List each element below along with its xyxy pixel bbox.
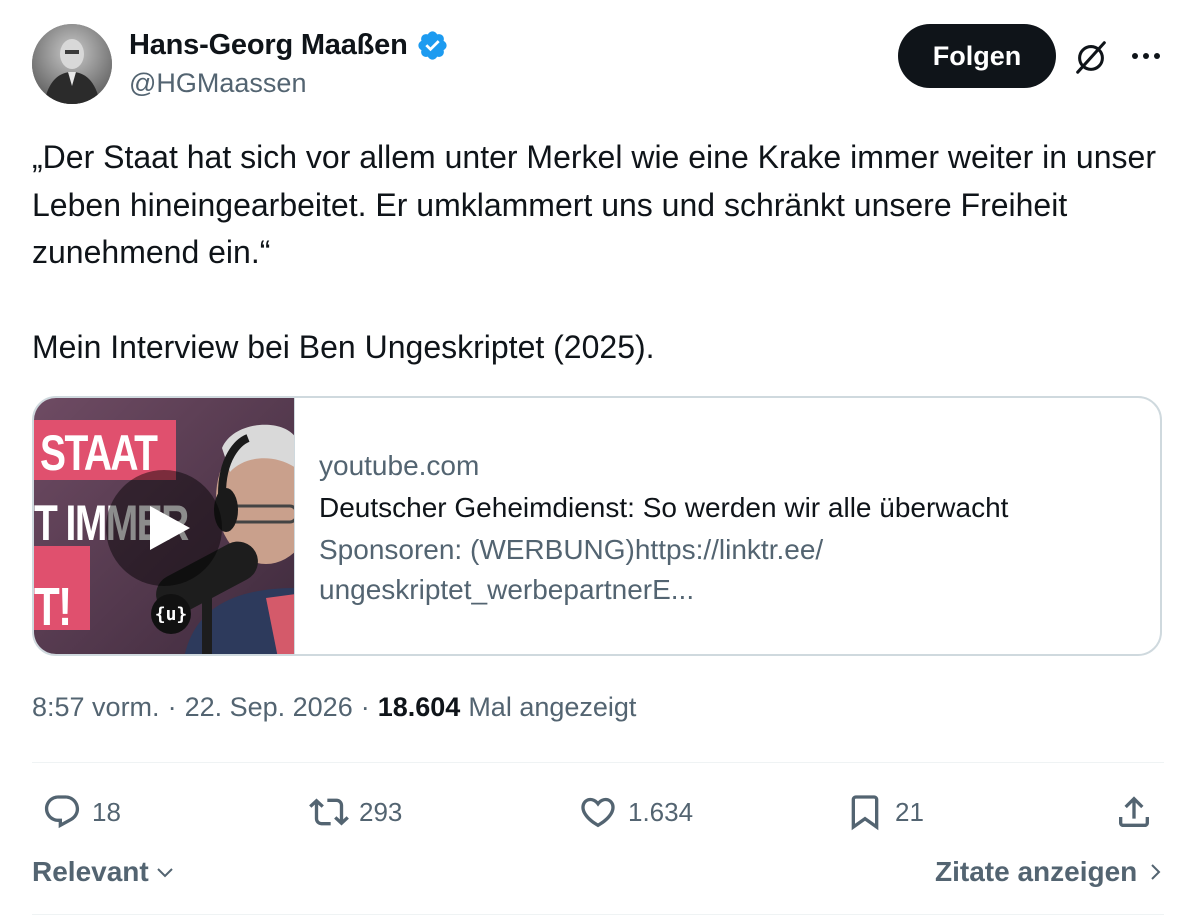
quotes-label: Zitate anzeigen xyxy=(935,856,1138,887)
card-title: Deutscher Geheimdienst: So werden wir al… xyxy=(319,492,1009,523)
sort-dropdown[interactable]: Relevant xyxy=(32,856,177,888)
tweet-paragraph: Mein Interview bei Ben Ungeskriptet (202… xyxy=(32,328,655,365)
like-button[interactable]: 1.634 xyxy=(578,790,693,834)
share-button[interactable] xyxy=(1114,790,1154,834)
video-thumbnail[interactable]: STAAT T IMMER T! {u} xyxy=(34,398,295,654)
more-dot xyxy=(1132,53,1138,59)
bookmark-icon xyxy=(851,795,879,831)
divider xyxy=(32,914,1164,915)
meta-separator: · xyxy=(360,692,370,722)
share-icon xyxy=(1119,796,1149,827)
tweet-date[interactable]: 22. Sep. 2026 xyxy=(185,692,353,723)
repost-icon xyxy=(309,798,349,826)
slashed-circle-icon[interactable] xyxy=(1072,38,1110,76)
more-dot xyxy=(1154,53,1160,59)
follow-button[interactable]: Folgen xyxy=(898,24,1056,88)
chevron-right-icon xyxy=(1151,864,1161,880)
avatar-image xyxy=(32,24,112,104)
author-name[interactable]: Hans-Georg Maaßen xyxy=(129,29,408,62)
more-dot xyxy=(1143,53,1149,59)
sort-label: Relevant xyxy=(32,856,149,887)
author-name-row: Hans-Georg Maaßen xyxy=(129,26,449,64)
view-quotes-link[interactable]: Zitate anzeigen xyxy=(935,856,1167,888)
link-preview-card[interactable]: STAAT T IMMER T! {u} youtube.com Deutsch… xyxy=(32,396,1162,656)
views-label: Mal angezeigt xyxy=(468,692,637,722)
author-avatar[interactable] xyxy=(32,24,112,104)
verified-badge-icon xyxy=(418,30,447,60)
tweet-time[interactable]: 8:57 vorm. xyxy=(32,692,160,723)
card-description: Sponsoren: (WERBUNG)https://linktr.ee/ u… xyxy=(319,534,824,605)
play-icon[interactable] xyxy=(106,470,222,586)
reply-icon xyxy=(44,795,80,829)
tweet-text: „Der Staat hat sich vor allem unter Merk… xyxy=(32,134,1172,371)
reply-count: 18 xyxy=(92,796,121,827)
author-handle[interactable]: @HGMaassen xyxy=(129,68,306,99)
tweet-paragraph: „Der Staat hat sich vor allem unter Merk… xyxy=(32,139,1156,270)
views-count: 18.604 xyxy=(377,692,461,722)
heart-icon xyxy=(581,797,615,828)
tweet-meta: 8:57 vorm. · 22. Sep. 2026 · 18.604 Mal … xyxy=(32,692,636,723)
like-count: 1.634 xyxy=(628,796,694,827)
bookmark-button[interactable]: 21 xyxy=(845,790,924,834)
repost-button[interactable]: 293 xyxy=(309,790,402,834)
bookmark-count: 21 xyxy=(895,796,924,827)
channel-logo: {u} xyxy=(151,594,191,634)
divider xyxy=(32,762,1164,763)
card-text: youtube.com Deutscher Geheimdienst: So w… xyxy=(319,446,1139,610)
thumbnail-text-line3: T! xyxy=(34,577,72,637)
chevron-down-icon xyxy=(157,868,173,878)
meta-separator: · xyxy=(167,692,177,722)
card-domain: youtube.com xyxy=(319,450,480,481)
repost-count: 293 xyxy=(359,796,403,827)
more-icon[interactable] xyxy=(1128,40,1164,72)
reply-button[interactable]: 18 xyxy=(42,790,121,834)
